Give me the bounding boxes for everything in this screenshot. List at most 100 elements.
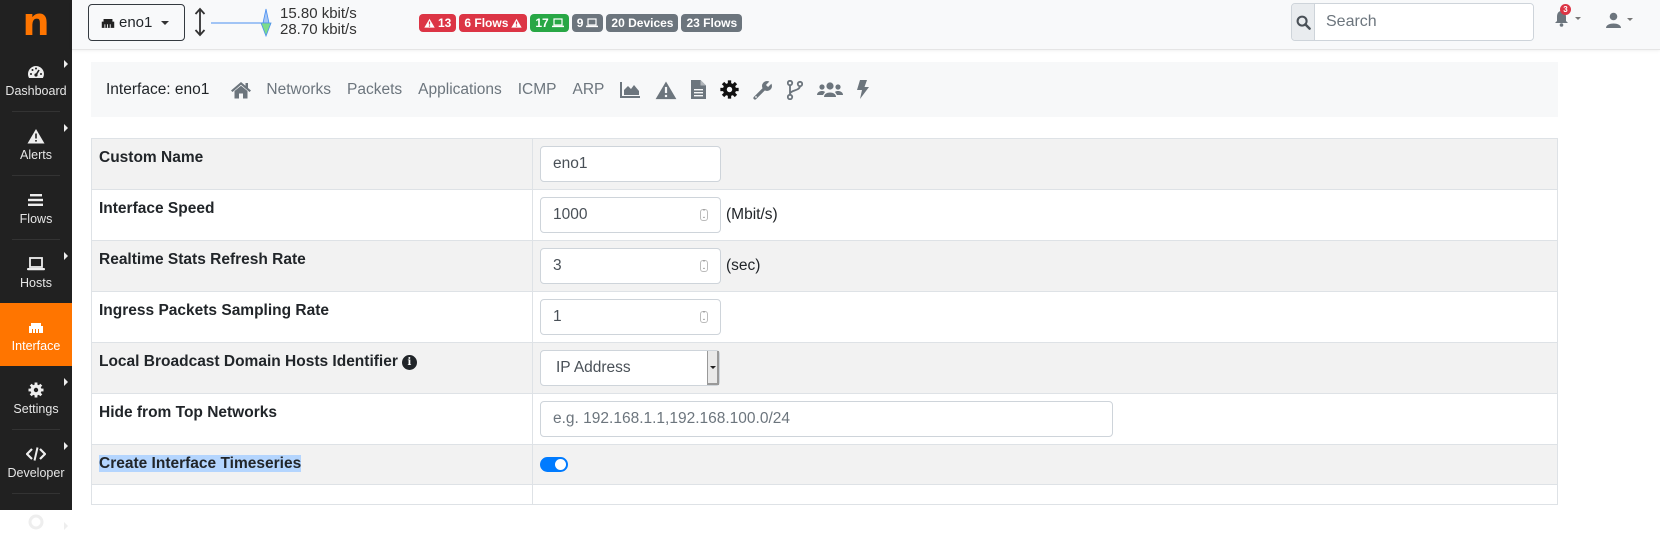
speed-unit: (Mbit/s) xyxy=(726,206,778,223)
submenu-caret-icon xyxy=(64,522,68,530)
home-icon[interactable] xyxy=(230,81,252,99)
upload-rate: 15.80 kbit/s xyxy=(280,5,357,22)
sidebar-item-alerts[interactable]: Alerts xyxy=(0,112,72,175)
sampling-rate-input[interactable]: 1 ⌃ ⌄ xyxy=(540,299,721,335)
flows-badge[interactable]: 23 Flows xyxy=(681,14,743,32)
submenu-caret-icon xyxy=(64,442,68,450)
area-chart-icon[interactable] xyxy=(620,81,641,98)
tab-arp[interactable]: ARP xyxy=(573,81,605,99)
sidebar-item-label: Dashboard xyxy=(5,83,67,98)
sidebar-item-developer[interactable]: Developer xyxy=(0,430,72,493)
table-row: Realtime Stats Refresh Rate 3 ⌃ ⌄ (sec) xyxy=(91,240,1558,292)
broadcast-identifier-select[interactable]: IP Address xyxy=(540,350,720,386)
warning-icon xyxy=(424,18,435,28)
sidebar-item-label: Settings xyxy=(13,401,59,416)
gear-icon[interactable] xyxy=(720,80,740,99)
tab-packets[interactable]: Packets xyxy=(347,81,402,99)
tab-applications[interactable]: Applications xyxy=(418,81,502,99)
user-menu-dropdown[interactable] xyxy=(1606,12,1634,33)
sidebar-item-label: Interface xyxy=(11,338,61,353)
user-icon xyxy=(1606,12,1621,28)
sidebar: n Dashboard Alerts Flows Hosts Interface xyxy=(0,0,72,530)
local-hosts-badge[interactable]: 17 xyxy=(530,14,569,32)
chevron-down-icon xyxy=(1627,18,1634,21)
table-row: Custom Name eno1 xyxy=(91,138,1558,190)
warning-icon xyxy=(27,126,45,146)
chevron-down-icon xyxy=(161,20,170,25)
sidebar-item-label: Hosts xyxy=(20,275,52,290)
ntopng-logo[interactable]: n xyxy=(0,0,72,48)
top-navbar: eno1 15.80 kbit/s 28.70 kbit/s 13 6 Flow… xyxy=(72,0,1660,50)
warning-icon xyxy=(511,18,523,28)
refresh-rate-input[interactable]: 3 ⌃ ⌄ xyxy=(540,248,721,284)
refresh-rate-label: Realtime Stats Refresh Rate xyxy=(91,240,533,292)
sidebar-item-settings[interactable]: Settings xyxy=(0,366,72,429)
interface-subnav: Interface: eno1 Networks Packets Applica… xyxy=(91,62,1558,117)
custom-name-label: Custom Name xyxy=(91,138,533,190)
search-icon[interactable] xyxy=(1292,4,1315,40)
life-ring-icon xyxy=(28,512,44,532)
search-input[interactable] xyxy=(1315,4,1533,40)
laptop-icon xyxy=(551,18,564,28)
table-row: Hide from Top Networks e.g. 192.168.1.1,… xyxy=(91,393,1558,445)
hide-networks-label: Hide from Top Networks xyxy=(91,393,533,445)
code-branch-icon[interactable] xyxy=(787,79,804,100)
interface-speed-input[interactable]: 1000 ⌃ ⌄ xyxy=(540,197,721,233)
page-title: Interface: eno1 xyxy=(106,80,210,98)
bars-icon xyxy=(28,190,44,210)
tab-icmp[interactable]: ICMP xyxy=(518,81,557,99)
submenu-caret-icon xyxy=(64,60,68,68)
notifications-dropdown[interactable]: 3 xyxy=(1554,4,1582,32)
sidebar-item-label: Flows xyxy=(19,211,53,226)
warning-icon[interactable] xyxy=(655,80,677,100)
sampling-rate-label: Ingress Packets Sampling Rate xyxy=(91,291,533,343)
timeseries-label: Create Interface Timeseries xyxy=(99,455,302,472)
status-badges: 13 6 Flows 17 9 20 Devices 23 Flows xyxy=(419,14,743,32)
notification-count-badge: 3 xyxy=(1560,4,1571,15)
gauge-icon xyxy=(27,62,45,82)
interface-selector-dropdown[interactable]: eno1 xyxy=(88,4,185,41)
number-spinner-icon[interactable]: ⌃ ⌄ xyxy=(700,209,708,221)
alerted-flows-badge[interactable]: 6 Flows xyxy=(459,14,528,32)
interface-name: eno1 xyxy=(119,14,153,31)
sidebar-item-hosts[interactable]: Hosts xyxy=(0,240,72,303)
custom-name-input[interactable]: eno1 xyxy=(540,146,721,182)
code-icon xyxy=(26,444,46,464)
chevron-down-icon xyxy=(707,351,719,385)
laptop-icon xyxy=(27,254,45,274)
wrench-icon[interactable] xyxy=(753,79,774,100)
timeseries-toggle[interactable] xyxy=(540,457,568,472)
sidebar-item-label: Alerts xyxy=(20,147,52,162)
tab-networks[interactable]: Networks xyxy=(266,81,331,99)
ethernet-icon xyxy=(27,317,45,337)
table-row: Interface Speed 1000 ⌃ ⌄ (Mbit/s) xyxy=(91,189,1558,241)
throughput-readout: 15.80 kbit/s 28.70 kbit/s xyxy=(280,6,357,38)
file-icon[interactable] xyxy=(691,80,707,99)
table-row: Create Interface Timeseries xyxy=(91,444,1558,485)
interface-speed-label: Interface Speed xyxy=(91,189,533,241)
sidebar-item-dashboard[interactable]: Dashboard xyxy=(0,48,72,111)
submenu-caret-icon xyxy=(64,124,68,132)
up-down-arrows-icon xyxy=(194,7,206,37)
number-spinner-icon[interactable]: ⌃ ⌄ xyxy=(700,311,708,323)
table-row xyxy=(91,484,1558,505)
sidebar-item-flows[interactable]: Flows xyxy=(0,176,72,239)
hide-networks-input[interactable]: e.g. 192.168.1.1,192.168.100.0/24 xyxy=(540,401,1113,437)
users-icon[interactable] xyxy=(817,81,844,98)
sidebar-item-label: Developer xyxy=(7,465,65,480)
alerts-badge[interactable]: 13 xyxy=(419,14,457,32)
ethernet-icon xyxy=(101,18,115,28)
devices-badge[interactable]: 20 Devices xyxy=(606,14,679,32)
table-row: Ingress Packets Sampling Rate 1 ⌃ ⌄ xyxy=(91,291,1558,343)
number-spinner-icon[interactable]: ⌃ ⌄ xyxy=(700,260,708,272)
gear-icon xyxy=(28,380,44,400)
sidebar-item-interface[interactable]: Interface xyxy=(0,303,72,366)
download-rate: 28.70 kbit/s xyxy=(280,21,357,38)
sidebar-item-help[interactable] xyxy=(0,494,72,534)
refresh-rate-unit: (sec) xyxy=(726,257,761,274)
info-icon[interactable]: i xyxy=(401,355,417,370)
chevron-down-icon xyxy=(1575,17,1582,20)
remote-hosts-badge[interactable]: 9 xyxy=(571,14,604,32)
table-row: Local Broadcast Domain Hosts Identifier i… xyxy=(91,342,1558,394)
bolt-icon[interactable] xyxy=(857,80,870,99)
